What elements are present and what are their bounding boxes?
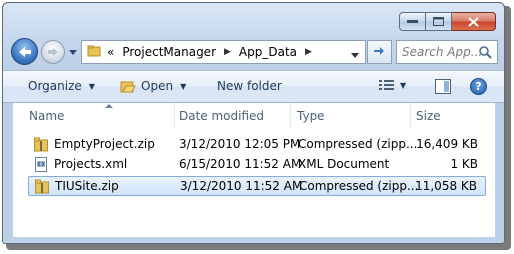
navigation-bar: « ProjectManager ▶ App_Data ▶ Search App…	[3, 35, 504, 67]
preview-pane-icon	[435, 79, 451, 94]
column-name-label: Name	[29, 108, 65, 123]
search-box[interactable]: Search App...	[396, 40, 498, 64]
file-type: Compressed (zipp...	[298, 137, 418, 151]
open-button[interactable]: Open ▼	[120, 79, 186, 93]
details-view-icon	[379, 80, 394, 90]
file-name: Projects.xml	[54, 157, 128, 171]
file-name: TIUSite.zip	[55, 179, 119, 193]
file-type: Compressed (zipp...	[299, 179, 419, 193]
new-folder-label: New folder	[217, 79, 282, 93]
file-row-tiusite[interactable]: TIUSite.zip 3/12/2010 11:52 AM Compresse…	[28, 176, 486, 196]
file-name-cell: EmptyProject.zip	[34, 137, 155, 152]
column-header-type[interactable]: Type	[291, 103, 411, 128]
forward-button[interactable]	[41, 40, 65, 64]
chevron-down-icon	[351, 53, 359, 58]
file-date: 3/12/2010 12:05 PM	[179, 137, 301, 151]
file-size: 16,409 KB	[416, 137, 478, 151]
zip-folder-icon	[34, 137, 48, 152]
maximize-icon	[433, 17, 444, 26]
column-header-date[interactable]: Date modified	[173, 103, 291, 128]
open-folder-icon	[120, 80, 136, 93]
caption-buttons	[399, 12, 496, 31]
file-list: Name Date modified Type Size EmptyProjec…	[13, 103, 495, 237]
help-icon[interactable]: ?	[470, 78, 487, 95]
breadcrumb-separator-icon[interactable]: ▶	[305, 47, 312, 57]
file-row-emptyproject[interactable]: EmptyProject.zip 3/12/2010 12:05 PM Comp…	[28, 134, 486, 154]
column-type-label: Type	[297, 108, 325, 123]
column-date-label: Date modified	[179, 108, 265, 123]
minimize-icon	[407, 19, 418, 23]
search-placeholder: Search App...	[402, 45, 483, 59]
search-icon[interactable]	[478, 45, 492, 62]
file-row-projects-xml[interactable]: Projects.xml 6/15/2010 11:52 AM XML Docu…	[28, 154, 486, 174]
breadcrumb: ProjectManager ▶ App_Data ▶	[114, 45, 320, 59]
file-date: 3/12/2010 11:52 AM	[180, 179, 303, 193]
chevron-down-icon: ▼	[400, 80, 407, 90]
xml-document-icon	[34, 156, 48, 172]
zip-folder-icon	[35, 179, 49, 194]
folder-icon	[87, 44, 101, 61]
chevron-down-icon: ▼	[180, 81, 187, 91]
command-bar: Organize ▼ Open ▼ New folder ▼ ?	[3, 70, 504, 103]
file-date: 6/15/2010 11:52 AM	[179, 157, 302, 171]
refresh-icon	[373, 47, 384, 55]
file-size: 1 KB	[450, 157, 478, 171]
change-view-button[interactable]: ▼	[379, 79, 406, 91]
column-headers: Name Date modified Type Size	[13, 103, 495, 128]
file-name-cell: Projects.xml	[34, 156, 128, 172]
organize-label: Organize	[28, 79, 82, 93]
close-button[interactable]	[452, 12, 496, 31]
close-icon	[468, 16, 479, 27]
breadcrumb-separator-icon[interactable]: ▶	[224, 47, 231, 57]
file-type: XML Document	[298, 157, 390, 171]
breadcrumb-item-app-data[interactable]: App_Data	[239, 45, 297, 59]
column-header-name[interactable]: Name	[23, 103, 175, 128]
column-size-label: Size	[416, 108, 441, 123]
minimize-button[interactable]	[399, 12, 426, 31]
file-name-cell: TIUSite.zip	[35, 179, 119, 194]
back-button[interactable]	[11, 38, 38, 65]
chevron-down-icon	[69, 49, 77, 55]
new-folder-button[interactable]: New folder	[217, 79, 282, 93]
organize-button[interactable]: Organize ▼	[28, 79, 95, 93]
chevron-down-icon: ▼	[88, 81, 95, 91]
recent-pages-dropdown[interactable]	[68, 45, 78, 59]
breadcrumb-item-projectmanager[interactable]: ProjectManager	[122, 45, 216, 59]
file-size: 11,058 KB	[415, 179, 477, 193]
explorer-window: « ProjectManager ▶ App_Data ▶ Search App…	[2, 2, 505, 244]
forward-arrow-icon	[48, 48, 58, 56]
refresh-button[interactable]	[367, 40, 392, 64]
file-name: EmptyProject.zip	[54, 137, 155, 151]
maximize-button[interactable]	[426, 12, 452, 31]
breadcrumb-overflow-button[interactable]: «	[107, 45, 114, 59]
column-header-size[interactable]: Size	[410, 103, 488, 128]
address-dropdown-button[interactable]	[351, 47, 359, 61]
open-label: Open	[141, 79, 174, 93]
address-bar[interactable]: « ProjectManager ▶ App_Data ▶	[81, 40, 366, 64]
sort-ascending-icon	[105, 104, 113, 108]
preview-pane-button[interactable]	[435, 79, 451, 97]
back-arrow-icon	[18, 46, 31, 57]
